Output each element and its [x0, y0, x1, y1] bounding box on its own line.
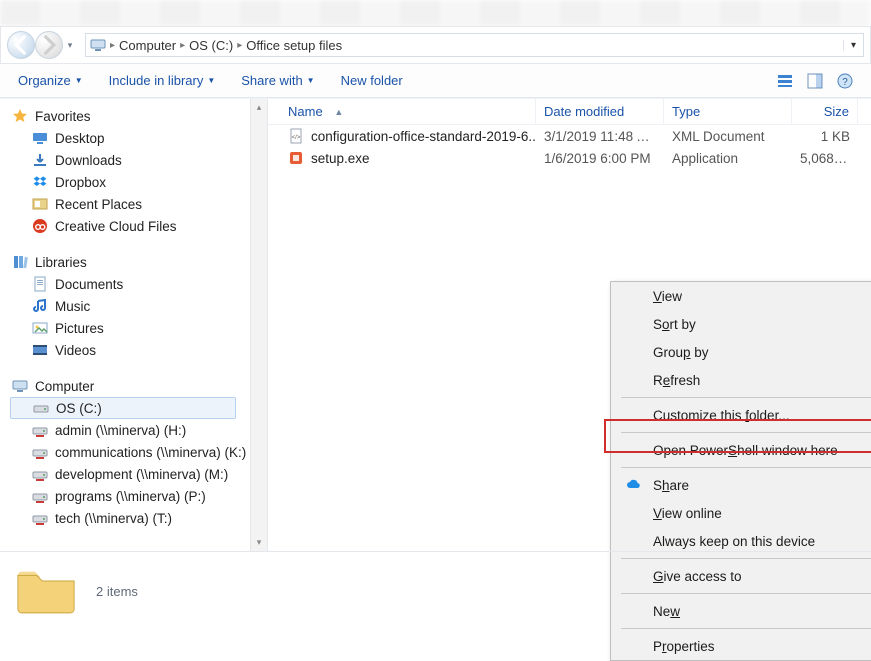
address-bar: ▾ ▸ Computer ▸ OS (C:) ▸ Office setup fi… — [0, 26, 871, 64]
docs-icon — [32, 276, 48, 292]
context-menu-separator — [621, 467, 871, 468]
dropbox-icon — [32, 174, 48, 190]
file-name: setup.exe — [311, 151, 370, 166]
file-row[interactable]: setup.exe 1/6/2019 6:00 PM Application 5… — [268, 147, 871, 169]
context-menu-item[interactable]: View› — [611, 282, 871, 310]
file-name: configuration-office-standard-2019-6... — [311, 129, 536, 144]
context-menu-item[interactable]: Group by› — [611, 338, 871, 366]
nav-forward-button[interactable] — [35, 31, 63, 59]
star-icon — [12, 108, 28, 124]
netdrive-icon — [32, 510, 48, 526]
sidebar-favorite-item[interactable]: Downloads — [10, 149, 248, 171]
sidebar-favorites[interactable]: Favorites — [10, 105, 248, 127]
breadcrumb-part[interactable]: Computer — [115, 38, 180, 53]
svg-text:</>: </> — [292, 135, 301, 141]
download-icon — [32, 152, 48, 168]
music-icon — [32, 298, 48, 314]
netdrive-icon — [32, 488, 48, 504]
computer-icon — [12, 378, 28, 394]
context-menu-item[interactable]: View online — [611, 499, 871, 527]
file-row[interactable]: </> configuration-office-standard-2019-6… — [268, 125, 871, 147]
preview-pane-icon[interactable] — [807, 73, 823, 89]
context-menu-separator — [621, 432, 871, 433]
context-menu-item[interactable]: Sort by› — [611, 310, 871, 338]
sidebar-drive-item[interactable]: OS (C:) — [10, 397, 236, 419]
netdrive-icon — [32, 422, 48, 438]
explorer-toolbar: Organize▼ Include in library▼ Share with… — [0, 64, 871, 98]
view-options-icon[interactable] — [777, 73, 793, 89]
xml-icon: </> — [288, 128, 304, 144]
netdrive-icon — [32, 466, 48, 482]
file-type: Application — [664, 151, 792, 166]
sidebar-library-item[interactable]: Videos — [10, 339, 248, 361]
recent-icon — [32, 196, 48, 212]
sidebar-drive-item[interactable]: programs (\\minerva) (P:) — [10, 485, 248, 507]
context-menu-item[interactable]: Properties — [611, 632, 871, 660]
sidebar-scrollbar[interactable]: ▴▾ — [250, 99, 267, 551]
sidebar-drive-item[interactable]: development (\\minerva) (M:) — [10, 463, 248, 485]
explorer-body: FavoritesDesktopDownloadsDropboxRecent P… — [0, 98, 871, 551]
file-size: 5,068 KB — [792, 151, 858, 166]
sidebar-favorite-item[interactable]: Desktop — [10, 127, 248, 149]
computer-icon — [90, 37, 106, 53]
file-type: XML Document — [664, 129, 792, 144]
toolbar-include-in-library[interactable]: Include in library▼ — [109, 73, 216, 88]
breadcrumb[interactable]: ▸ Computer ▸ OS (C:) ▸ Office setup file… — [85, 33, 864, 57]
context-menu-item[interactable]: Open PowerShell window here — [611, 436, 871, 464]
sidebar-drive-item[interactable]: communications (\\minerva) (K:) — [10, 441, 248, 463]
nav-back-button[interactable] — [7, 31, 35, 59]
status-item-count: 2 items — [96, 584, 138, 599]
file-date: 3/1/2019 11:48 A... — [536, 129, 664, 144]
sidebar-favorite-item[interactable]: Dropbox — [10, 171, 248, 193]
address-dropdown[interactable]: ▾ — [843, 40, 863, 51]
nav-history-dropdown[interactable]: ▾ — [63, 31, 77, 59]
cloud-icon — [625, 477, 641, 493]
status-bar: 2 items — [0, 551, 871, 631]
netdrive-icon — [32, 444, 48, 460]
sidebar-library-item[interactable]: Pictures — [10, 317, 248, 339]
navigation-pane: FavoritesDesktopDownloadsDropboxRecent P… — [0, 99, 268, 551]
sidebar-libraries[interactable]: Libraries — [10, 251, 248, 273]
vids-icon — [32, 342, 48, 358]
window-header-hint — [0, 0, 871, 26]
help-icon[interactable]: ? — [837, 73, 853, 89]
office-icon — [288, 150, 304, 166]
sidebar-computer[interactable]: Computer — [10, 375, 248, 397]
breadcrumb-part[interactable]: Office setup files — [242, 38, 346, 53]
sidebar-library-item[interactable]: Documents — [10, 273, 248, 295]
column-size[interactable]: Size — [792, 99, 858, 124]
sidebar-favorite-item[interactable]: Recent Places — [10, 193, 248, 215]
context-menu-item[interactable]: Refresh — [611, 366, 871, 394]
column-type[interactable]: Type — [664, 99, 792, 124]
cc-icon — [32, 218, 48, 234]
file-size: 1 KB — [792, 129, 858, 144]
toolbar-new-folder[interactable]: New folder — [341, 73, 403, 88]
svg-text:?: ? — [842, 77, 848, 88]
file-list-pane: Name ▲ Date modified Type Size </> confi… — [268, 99, 871, 551]
column-name[interactable]: Name ▲ — [280, 99, 536, 124]
sidebar-library-item[interactable]: Music — [10, 295, 248, 317]
toolbar-organize[interactable]: Organize▼ — [18, 73, 83, 88]
context-menu-item[interactable]: Share — [611, 471, 871, 499]
sidebar-drive-item[interactable]: admin (\\minerva) (H:) — [10, 419, 248, 441]
disk-icon — [33, 400, 49, 416]
desktop-icon — [32, 130, 48, 146]
column-date[interactable]: Date modified — [536, 99, 664, 124]
sidebar-favorite-item[interactable]: Creative Cloud Files — [10, 215, 248, 237]
column-headers: Name ▲ Date modified Type Size — [268, 99, 871, 125]
context-menu-separator — [621, 397, 871, 398]
file-date: 1/6/2019 6:00 PM — [536, 151, 664, 166]
context-menu-item[interactable]: Customize this folder... — [611, 401, 871, 429]
toolbar-share-with[interactable]: Share with▼ — [241, 73, 314, 88]
sidebar-drive-item[interactable]: tech (\\minerva) (T:) — [10, 507, 248, 529]
folder-icon — [16, 566, 76, 618]
lib-icon — [12, 254, 28, 270]
pics-icon — [32, 320, 48, 336]
breadcrumb-part[interactable]: OS (C:) — [185, 38, 237, 53]
